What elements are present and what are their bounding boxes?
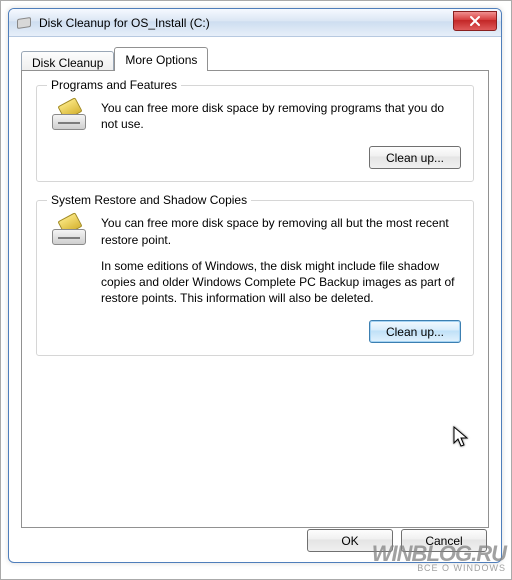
dialog-button-row: OK Cancel [307, 529, 487, 552]
drive-cleanup-icon [49, 215, 89, 316]
client-area: Disk Cleanup More Options Programs and F… [9, 37, 501, 540]
watermark-tagline: ВСЕ О WINDOWS [372, 564, 506, 572]
group-system-restore: System Restore and Shadow Copies You can… [36, 200, 474, 356]
close-icon [469, 15, 481, 27]
dialog-window: Disk Cleanup for OS_Install (C:) Disk Cl… [8, 8, 502, 563]
disk-cleanup-icon [17, 15, 33, 31]
titlebar[interactable]: Disk Cleanup for OS_Install (C:) [9, 9, 501, 37]
drive-cleanup-icon [49, 100, 89, 142]
window-title: Disk Cleanup for OS_Install (C:) [39, 16, 210, 30]
close-button[interactable] [453, 11, 497, 31]
cancel-button[interactable]: Cancel [401, 529, 487, 552]
cleanup-restore-button[interactable]: Clean up... [369, 320, 461, 343]
tab-panel-more-options: Programs and Features You can free more … [21, 70, 489, 528]
group-programs-and-features: Programs and Features You can free more … [36, 85, 474, 182]
group-legend: System Restore and Shadow Copies [47, 193, 251, 207]
group-programs-text: You can free more disk space by removing… [101, 100, 461, 132]
group-restore-text-1: You can free more disk space by removing… [101, 215, 461, 247]
tab-strip: Disk Cleanup More Options [21, 47, 489, 71]
group-legend: Programs and Features [47, 78, 181, 92]
ok-button[interactable]: OK [307, 529, 393, 552]
tab-more-options[interactable]: More Options [114, 47, 208, 71]
group-restore-text-2: In some editions of Windows, the disk mi… [101, 258, 461, 307]
cleanup-programs-button[interactable]: Clean up... [369, 146, 461, 169]
